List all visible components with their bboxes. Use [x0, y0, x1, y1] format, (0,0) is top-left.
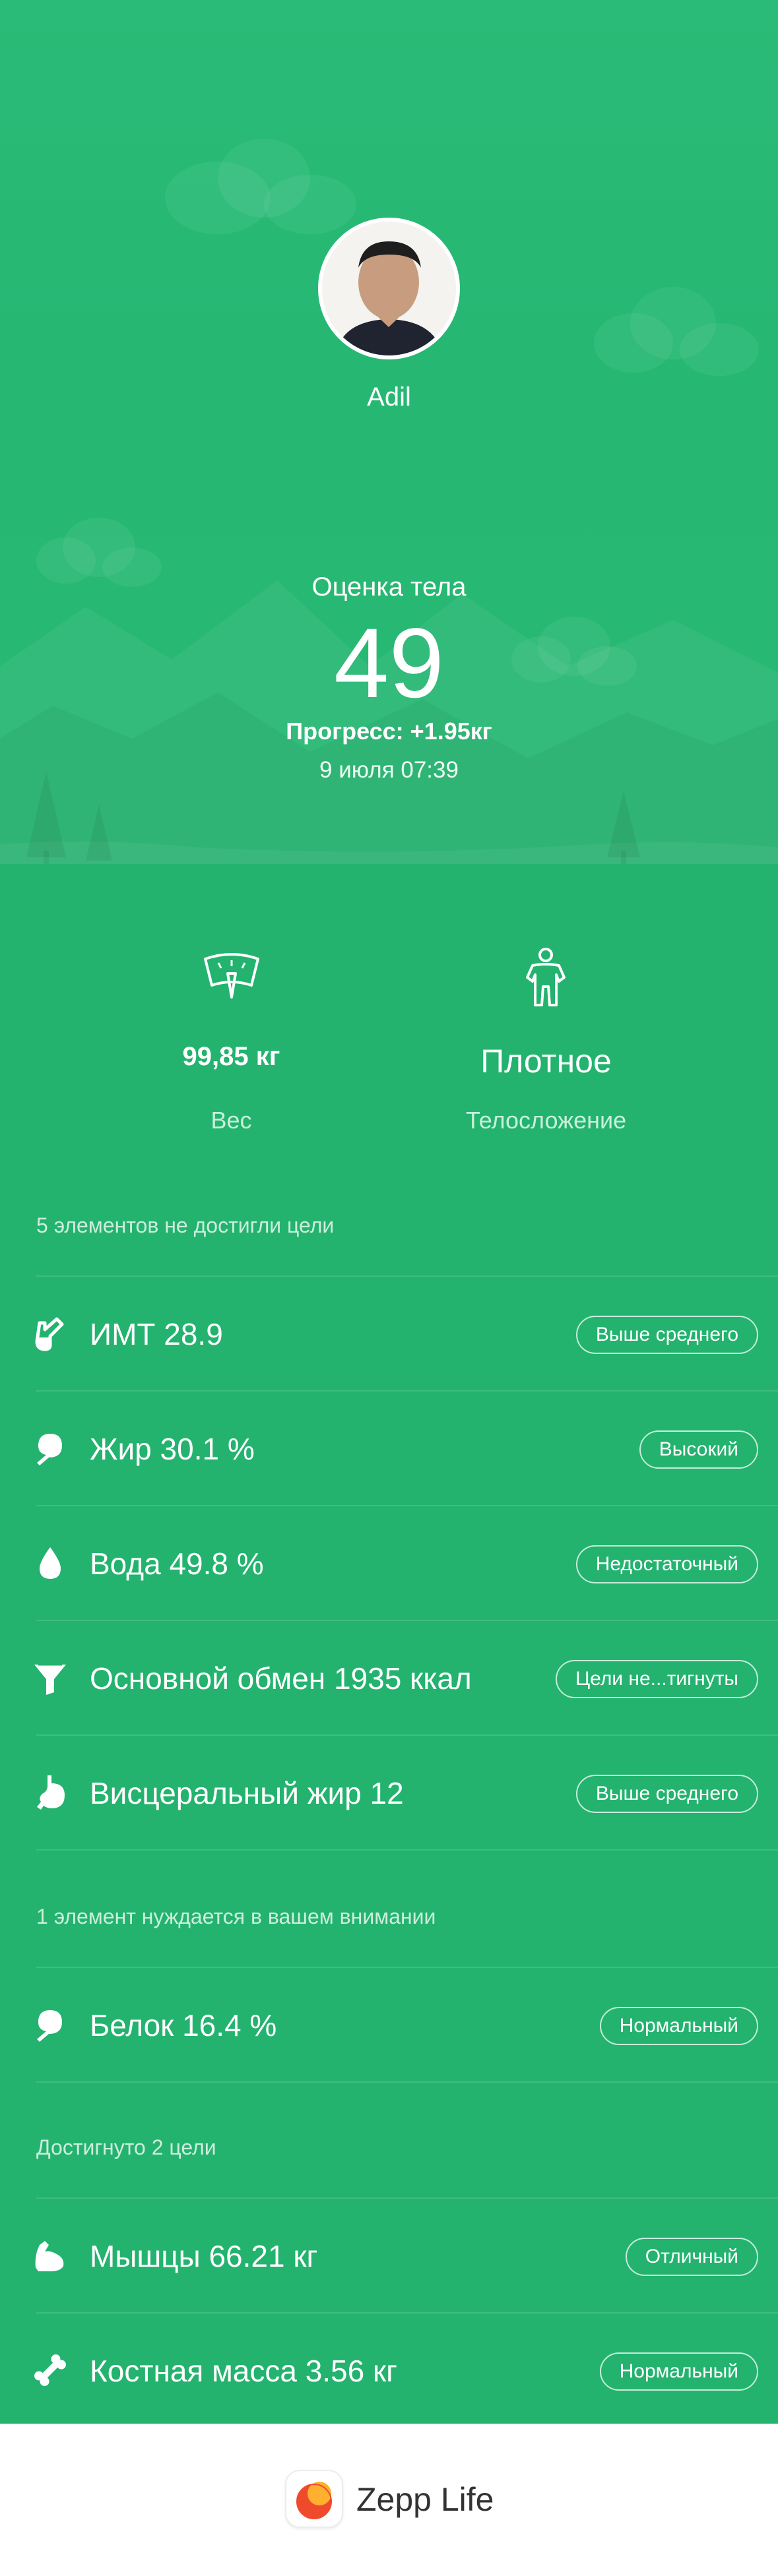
body-score-value: 49 — [334, 607, 444, 718]
scale-icon — [204, 953, 259, 998]
body-type-icon — [526, 948, 566, 1006]
user-name: Adil — [367, 383, 411, 412]
metric-status-badge: Цели не...тигнуты — [555, 1660, 758, 1698]
metric-row-muscle[interactable]: Мышцы 66.21 кг Отличный — [0, 2198, 778, 2313]
metric-row-fat[interactable]: Жир 30.1 % Высокий — [0, 1391, 778, 1506]
metric-label: Вода 49.8 % — [90, 1547, 264, 1581]
metric-label: Основной обмен 1935 ккал — [90, 1661, 472, 1696]
metric-label: Мышцы 66.21 кг — [90, 2239, 318, 2273]
metric-status-badge: Нормальный — [599, 2007, 758, 2045]
bmi-icon — [35, 1317, 64, 1351]
fat-icon — [37, 1434, 62, 1465]
metric-row-bone[interactable]: Костная масса 3.56 кг Нормальный — [0, 2313, 778, 2428]
section-not-reached-title: 5 элементов не достигли цели — [36, 1213, 335, 1237]
metric-status-badge: Отличный — [625, 2238, 758, 2276]
divider — [36, 2081, 778, 2083]
metric-label: Костная масса 3.56 кг — [90, 2354, 397, 2388]
app-root: Adil Оценка тела 49 Прогресс: +1.95кг 9 … — [0, 0, 778, 2576]
measurement-date: 9 июля 07:39 — [319, 757, 459, 783]
zepp-life-logo — [285, 2470, 343, 2528]
divider — [36, 1849, 778, 1851]
metric-row-protein[interactable]: Белок 16.4 % Нормальный — [0, 1967, 778, 2082]
footer-app-name: Zepp Life — [356, 2481, 494, 2518]
metric-status-badge: Выше среднего — [575, 1775, 758, 1813]
bone-icon — [34, 2354, 66, 2386]
progress-text: Прогресс: +1.95кг — [286, 718, 492, 745]
metric-status-badge: Нормальный — [599, 2352, 758, 2391]
metric-status-badge: Выше среднего — [575, 1316, 758, 1354]
metric-row-bmi[interactable]: ИМТ 28.9 Выше среднего — [0, 1276, 778, 1391]
metric-label: Белок 16.4 % — [90, 2008, 277, 2042]
hero-header: Adil Оценка тела 49 Прогресс: +1.95кг 9 … — [0, 0, 778, 871]
section-reached-title: Достигнуто 2 цели — [36, 2135, 216, 2159]
metric-label: ИМТ 28.9 — [90, 1317, 223, 1351]
metric-status-badge: Высокий — [639, 1430, 758, 1469]
section-attention-title: 1 элемент нуждается в вашем внимании — [36, 1905, 436, 1928]
body-type-label: Телосложение — [465, 1107, 627, 1134]
avatar-photo — [322, 222, 456, 355]
app-footer: Zepp Life — [0, 2424, 778, 2576]
metric-label: Жир 30.1 % — [90, 1432, 255, 1466]
body-type-stat[interactable]: Плотное Телосложение — [352, 864, 740, 1141]
muscle-icon — [35, 2241, 64, 2271]
metric-row-bmr[interactable]: Основной обмен 1935 ккал Цели не...тигну… — [0, 1620, 778, 1735]
zepp-logo-icon — [296, 2482, 332, 2519]
metrics-panel: 99,85 кг Вес Плотное Телосложение 5 элем… — [0, 864, 778, 2424]
metric-label: Висцеральный жир 12 — [90, 1776, 404, 1810]
metric-status-badge: Недостаточный — [575, 1545, 758, 1583]
metric-row-water[interactable]: Вода 49.8 % Недостаточный — [0, 1506, 778, 1620]
user-avatar[interactable] — [318, 218, 460, 359]
water-drop-icon — [40, 1547, 61, 1579]
body-score-label: Оценка тела — [311, 572, 467, 601]
funnel-icon — [34, 1663, 66, 1695]
protein-icon — [37, 2010, 62, 2042]
metric-row-visceral-fat[interactable]: Висцеральный жир 12 Выше среднего — [0, 1735, 778, 1850]
body-type-value: Плотное — [480, 1043, 612, 1080]
stomach-icon — [37, 1775, 65, 1810]
